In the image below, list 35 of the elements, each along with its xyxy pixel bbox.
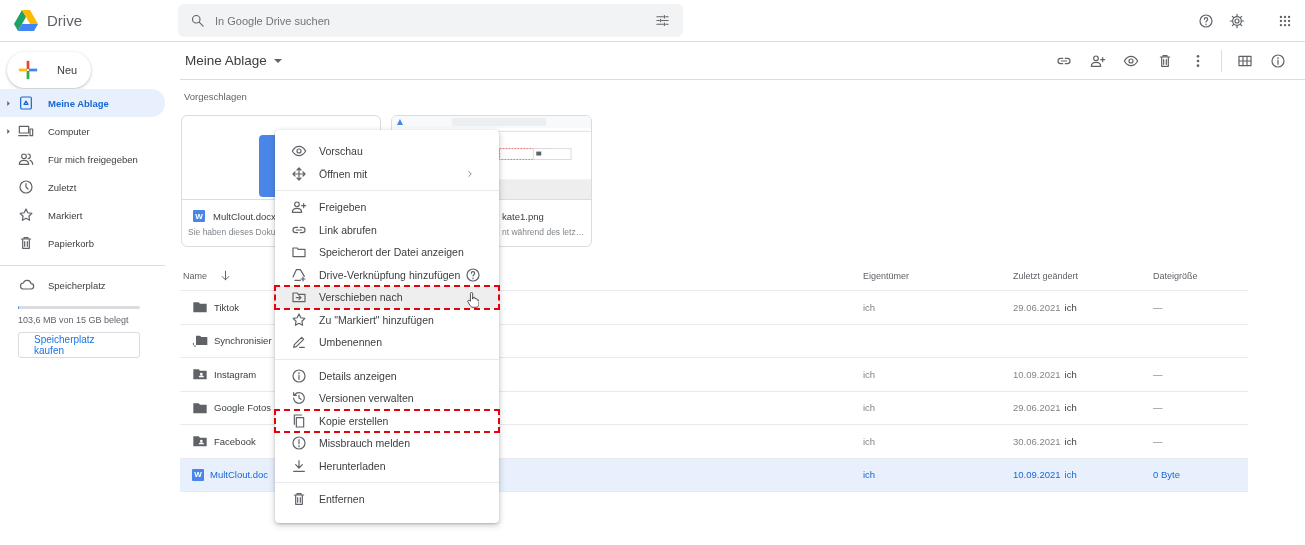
- file-size: —: [1153, 435, 1163, 447]
- storage-usage: 103,6 MB von 15 GB belegt: [18, 315, 130, 325]
- file-name: Tiktok: [214, 301, 239, 313]
- owner-cell: ich: [863, 301, 876, 313]
- modified-by: ich: [1064, 301, 1077, 313]
- modified-by: ich: [1064, 435, 1077, 447]
- file-name: Instagram: [214, 368, 257, 380]
- modified-by: ich: [1064, 368, 1077, 380]
- modified-date: 29.06.2021: [1013, 402, 1061, 414]
- owner-cell: ich: [863, 402, 876, 414]
- modified-date: 10.09.2021: [1013, 368, 1061, 380]
- owner-cell: ich: [863, 469, 876, 481]
- word-file-icon: W: [193, 210, 205, 222]
- file-size: —: [1153, 368, 1163, 380]
- file-size: —: [1153, 402, 1163, 414]
- file-size: —: [1153, 301, 1163, 313]
- file-name: kate1.png: [502, 210, 544, 222]
- activity-text: Sie haben dieses Doku: [188, 227, 276, 237]
- file-name: Facebook: [214, 435, 256, 447]
- owner-cell: ich: [863, 435, 876, 447]
- section-heading: Vorgeschlagen: [183, 90, 248, 104]
- owner-cell: ich: [863, 368, 876, 380]
- modified-date: 30.06.2021: [1013, 435, 1061, 447]
- file-name: Google Fotos: [214, 402, 272, 414]
- word-file-icon: W: [192, 468, 204, 481]
- file-name: MultClout.doc: [210, 469, 269, 481]
- app-title: Drive: [47, 12, 82, 29]
- modified-date: 10.09.2021: [1013, 469, 1061, 481]
- file-size: 0 Byte: [1153, 469, 1180, 481]
- modified-by: ich: [1064, 402, 1077, 414]
- modified-by: ich: [1064, 469, 1077, 481]
- activity-text: nt während des letz…: [502, 227, 585, 237]
- file-name: MultClout.docx: [213, 210, 276, 222]
- file-name: Synchronisier: [214, 335, 272, 347]
- modified-date: 29.06.2021: [1013, 301, 1061, 313]
